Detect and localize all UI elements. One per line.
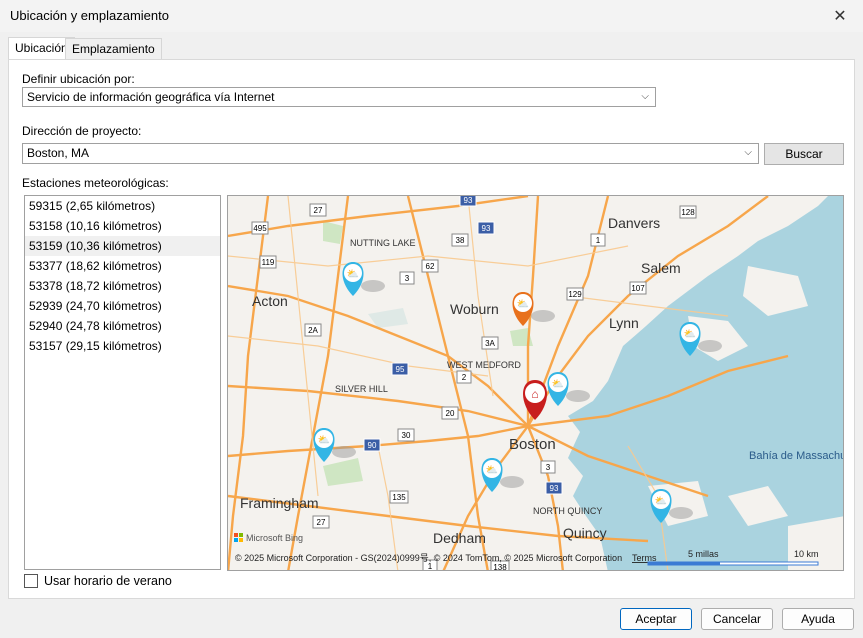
route-label: 135	[392, 493, 406, 502]
route-label: 138	[493, 563, 507, 571]
place-west-medford: WEST MEDFORD	[447, 360, 521, 370]
list-item[interactable]: 52939 (24,70 kilómetros)	[25, 296, 220, 316]
address-input[interactable]: Boston, MA ⌵	[22, 143, 759, 164]
cloud-rain-icon: ⛅	[552, 378, 564, 390]
title-bar: Ubicación y emplazamiento ✕	[0, 0, 863, 32]
route-label: 90	[368, 441, 377, 450]
dst-checkbox-row[interactable]: Usar horario de verano	[24, 574, 172, 588]
place-bay: Bahía de Massachu	[749, 450, 844, 462]
cloud-rain-icon: ⛅	[655, 495, 667, 507]
cancel-button[interactable]: Cancelar	[701, 608, 773, 630]
route-label: 107	[631, 284, 645, 293]
route-label: 20	[446, 409, 455, 418]
place-north-quincy: NORTH QUINCY	[533, 506, 602, 516]
route-label: 62	[426, 262, 435, 271]
chevron-down-icon: ⌵	[744, 147, 752, 158]
list-item[interactable]: 53378 (18,72 kilómetros)	[25, 276, 220, 296]
route-label: 93	[550, 484, 559, 493]
cloud-rain-icon: ⛅	[347, 268, 359, 280]
route-label: 3	[405, 274, 410, 283]
route-label: 38	[456, 236, 465, 245]
place-quincy: Quincy	[563, 525, 607, 541]
route-label: 3	[546, 463, 551, 472]
place-framingham: Framingham	[240, 495, 319, 511]
place-acton: Acton	[252, 293, 288, 309]
place-dedham: Dedham	[433, 530, 486, 546]
place-silver-hill: SILVER HILL	[335, 384, 388, 394]
stations-list[interactable]: 59315 (2,65 kilómetros) 53158 (10,16 kil…	[24, 195, 221, 570]
route-label: 119	[262, 258, 275, 267]
list-item[interactable]: 52940 (24,78 kilómetros)	[25, 316, 220, 336]
dst-label: Usar horario de verano	[44, 574, 172, 588]
cloud-rain-icon: ⛅	[318, 434, 330, 446]
place-danvers: Danvers	[608, 215, 660, 231]
route-label: 30	[402, 431, 411, 440]
cloud-rain-icon: ⛅	[486, 464, 498, 476]
route-label: 2A	[308, 326, 318, 335]
define-location-value: Servicio de información geográfica vía I…	[27, 90, 275, 104]
route-label: 93	[482, 224, 491, 233]
route-label: 1	[428, 562, 433, 571]
route-label: 495	[253, 224, 267, 233]
list-item[interactable]: 53157 (29,15 kilómetros)	[25, 336, 220, 356]
search-button[interactable]: Buscar	[764, 143, 844, 165]
search-button-label: Buscar	[785, 147, 823, 161]
place-boston: Boston	[509, 436, 556, 453]
route-label: 27	[317, 518, 326, 527]
route-label: 27	[314, 206, 323, 215]
route-label: 1	[596, 236, 601, 245]
list-item[interactable]: 53159 (10,36 kilómetros)	[25, 236, 220, 256]
place-nutting-lake: NUTTING LAKE	[350, 238, 416, 248]
cloud-rain-icon: ⛅	[684, 328, 696, 340]
place-lynn: Lynn	[609, 315, 639, 331]
scale-km: 10 km	[794, 549, 819, 559]
place-salem: Salem	[641, 260, 681, 276]
close-icon[interactable]: ✕	[817, 0, 863, 32]
stations-label: Estaciones meteorológicas:	[22, 176, 169, 190]
route-label: 2	[462, 373, 467, 382]
define-location-select[interactable]: Servicio de información geográfica vía I…	[22, 87, 656, 107]
bing-logo-label: Microsoft Bing	[246, 533, 303, 543]
route-label: 95	[396, 365, 405, 374]
place-woburn: Woburn	[450, 301, 499, 317]
dst-checkbox[interactable]	[24, 574, 38, 588]
list-item[interactable]: 53377 (18,62 kilómetros)	[25, 256, 220, 276]
define-location-label: Definir ubicación por:	[22, 72, 135, 86]
route-label: 128	[681, 208, 695, 217]
chevron-down-icon: ⌵	[641, 91, 649, 102]
list-item[interactable]: 59315 (2,65 kilómetros)	[25, 196, 220, 216]
tab-emplazamiento[interactable]: Emplazamiento	[65, 38, 162, 59]
route-label: 129	[568, 290, 582, 299]
home-icon: ⌂	[531, 387, 538, 401]
list-item[interactable]: 53158 (10,16 kilómetros)	[25, 216, 220, 236]
ok-button[interactable]: Aceptar	[620, 608, 692, 630]
address-value: Boston, MA	[27, 146, 90, 160]
cloud-rain-icon: ⛅	[517, 298, 529, 310]
route-label: 3A	[485, 339, 495, 348]
route-label: 93	[464, 196, 473, 205]
map-attribution: © 2025 Microsoft Corporation - GS(2024)0…	[235, 553, 622, 563]
address-label: Dirección de proyecto:	[22, 124, 142, 138]
help-button[interactable]: Ayuda	[782, 608, 854, 630]
map-view[interactable]: 495 27 93 128 38 93 1 119 62 3 107 2A 12…	[227, 195, 844, 571]
window-title: Ubicación y emplazamiento	[10, 8, 169, 23]
scale-miles: 5 millas	[688, 549, 719, 559]
